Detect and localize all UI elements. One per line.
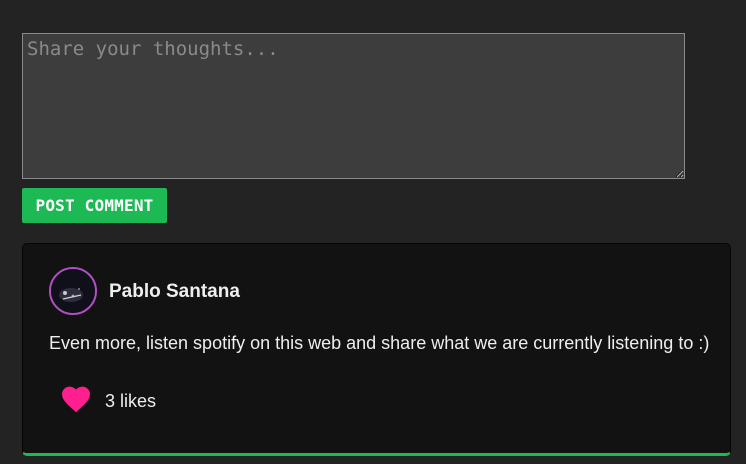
comment-text: Even more, listen spotify on this web an… [49,333,710,353]
comments-section: POST COMMENT Pablo Santana Even more, li… [0,0,746,464]
like-button[interactable] [61,385,91,413]
avatar[interactable] [49,267,97,315]
post-comment-button[interactable]: POST COMMENT [22,188,167,223]
comment-card: Pablo Santana Even more, listen spotify … [22,243,731,456]
comment-author[interactable]: Pablo Santana [109,281,240,303]
comment-input[interactable] [22,33,685,179]
heart-icon [62,386,90,413]
likes-count: 3 likes [105,391,157,411]
